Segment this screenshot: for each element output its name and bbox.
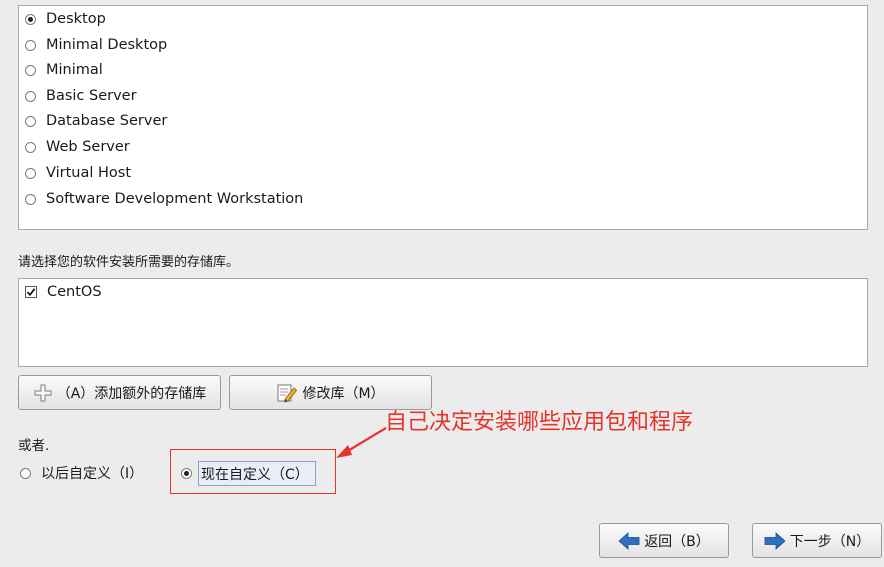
back-label: 返回（B） [644,533,710,550]
radio-icon[interactable] [25,64,36,76]
repository-list: CentOS [18,278,868,367]
package-option-minimal[interactable]: Minimal [25,59,103,81]
customize-later-option[interactable]: 以后自定义（I） [20,463,143,483]
package-option-virtual-host[interactable]: Virtual Host [25,162,131,184]
repository-item-centos[interactable]: CentOS [25,281,102,303]
package-option-label: Basic Server [46,88,137,104]
package-option-software-development-workstation[interactable]: Software Development Workstation [25,188,303,210]
back-button[interactable]: 返回（B） [599,523,729,558]
package-option-label: Minimal [46,62,103,78]
radio-icon[interactable] [20,467,31,479]
radio-icon[interactable] [25,167,36,179]
checkbox-icon[interactable] [25,286,37,298]
package-group-list: Desktop Minimal Desktop Minimal Basic Se… [18,5,868,230]
package-option-label: Minimal Desktop [46,37,168,53]
plus-icon [33,383,53,403]
repository-label: CentOS [47,284,102,300]
customize-later-label: 以后自定义（I） [41,466,144,482]
next-label: 下一步（N） [789,533,871,550]
radio-icon[interactable] [25,193,36,205]
package-option-label: Web Server [46,139,130,155]
radio-icon[interactable] [25,39,36,51]
annotation-arrow [336,427,387,458]
radio-icon[interactable] [25,13,36,25]
next-button[interactable]: 下一步（N） [752,523,882,558]
modify-repository-label: 修改库（M） [302,385,385,402]
radio-icon[interactable] [25,90,36,102]
package-option-label: Database Server [46,113,168,129]
package-option-desktop[interactable]: Desktop [25,8,106,30]
annotation-text: 自己决定安装哪些应用包和程序 [385,410,694,435]
edit-icon [276,382,298,404]
package-option-label: Desktop [46,11,106,27]
package-option-database-server[interactable]: Database Server [25,110,167,132]
customize-now-option[interactable]: 现在自定义（C） [181,460,316,486]
radio-icon[interactable] [25,141,36,153]
add-repository-label: （A）添加额外的存储库 [56,385,207,402]
customize-now-label: 现在自定义（C） [198,460,316,486]
package-option-minimal-desktop[interactable]: Minimal Desktop [25,34,167,56]
radio-icon[interactable] [25,115,36,127]
package-option-web-server[interactable]: Web Server [25,136,130,158]
package-option-label: Virtual Host [46,165,132,181]
repo-prompt: 请选择您的软件安装所需要的存储库。 [18,255,240,270]
arrow-right-icon [764,531,786,550]
add-repository-button[interactable]: （A）添加额外的存储库 [18,375,221,410]
package-option-label: Software Development Workstation [46,191,304,207]
arrow-left-icon [618,531,640,550]
radio-icon[interactable] [181,467,192,479]
or-label: 或者. [18,438,50,454]
package-option-basic-server[interactable]: Basic Server [25,85,137,107]
